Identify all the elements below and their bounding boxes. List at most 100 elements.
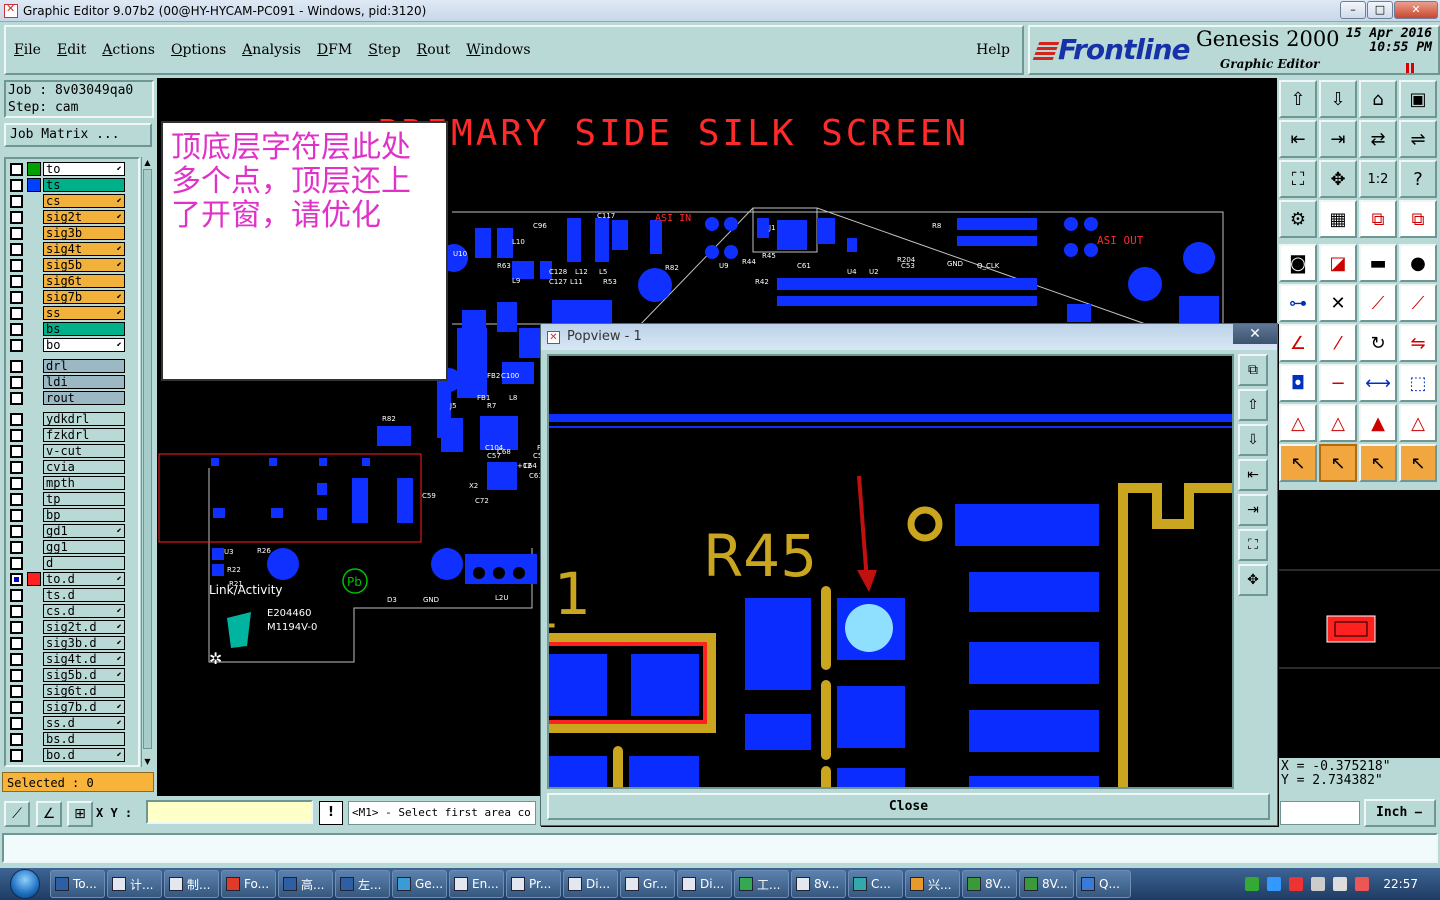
swap-icon[interactable]: ⇌ — [1399, 120, 1437, 158]
layer-row-ss[interactable]: ss ⬋ — [6, 305, 138, 321]
menu-item-edit[interactable]: Edit — [57, 42, 86, 58]
popview-up-icon[interactable]: ⇧ — [1238, 389, 1268, 421]
layer-toggle-2-icon[interactable]: ⧉ — [1399, 200, 1437, 238]
tray-clock[interactable]: 22:57 — [1383, 877, 1418, 891]
layer-row-sig4t[interactable]: sig4t ⬋ — [6, 241, 138, 257]
layer-name[interactable]: gd1 ⬋ — [43, 524, 125, 538]
layer-row-sig3b.d[interactable]: sig3b.d ⬋ — [6, 635, 138, 651]
pan-right-icon[interactable]: ⇥ — [1319, 120, 1357, 158]
layer-row-cvia[interactable]: cvia — [6, 459, 138, 475]
layer-row-tp[interactable]: tp — [6, 491, 138, 507]
layer-name[interactable]: cvia — [43, 460, 125, 474]
layer-row-ts[interactable]: ts — [6, 177, 138, 193]
layer-row-sig5b.d[interactable]: sig5b.d ⬋ — [6, 667, 138, 683]
layer-name[interactable]: mpth — [43, 476, 125, 490]
taskbar-button[interactable]: 计... — [107, 870, 162, 898]
grid-snap-icon[interactable]: ⊞ — [67, 801, 93, 827]
popview-close-button[interactable]: Close — [547, 793, 1270, 820]
layer-name[interactable]: tp — [43, 492, 125, 506]
unit-select[interactable]: Inch ⎯ — [1364, 799, 1436, 827]
popview-close-icon[interactable]: ✕ — [1233, 324, 1277, 344]
layer-row-bo[interactable]: bo ⬋ — [6, 337, 138, 353]
layer-name[interactable]: v-cut — [43, 444, 125, 458]
menu-item-options[interactable]: Options — [171, 42, 226, 58]
layer-name[interactable]: bs.d — [43, 732, 125, 746]
fit-icon[interactable]: ⛶ — [1279, 160, 1317, 198]
layer-checkbox[interactable] — [10, 540, 23, 554]
layer-checkbox[interactable] — [10, 508, 23, 522]
help-icon[interactable]: ? — [1399, 160, 1437, 198]
taskbar-button[interactable]: To... — [50, 870, 105, 898]
layer-checkbox[interactable] — [10, 338, 23, 352]
angle-snap-icon[interactable]: ∠ — [36, 801, 62, 827]
layer-row-cs.d[interactable]: cs.d ⬋ — [6, 603, 138, 619]
line-delete-icon[interactable]: ⟋ — [1399, 284, 1437, 322]
layer-name[interactable]: to ⬋ — [43, 162, 125, 176]
layer-name[interactable]: ldi — [43, 375, 125, 389]
pointer-select-icon[interactable]: ↖ — [1319, 444, 1357, 482]
tray-flag-icon[interactable] — [1355, 877, 1370, 891]
pan-left-icon[interactable]: ⇤ — [1279, 120, 1317, 158]
menu-item-windows[interactable]: Windows — [466, 42, 530, 58]
layer-checkbox[interactable] — [10, 274, 23, 288]
layer-name[interactable]: sig6t — [43, 274, 125, 288]
layer-checkbox[interactable] — [10, 700, 23, 714]
tray-network-icon[interactable] — [1311, 877, 1326, 891]
layer-row-bp[interactable]: bp — [6, 507, 138, 523]
layer-checkbox[interactable] — [10, 444, 23, 458]
layer-row-sig2t.d[interactable]: sig2t.d ⬋ — [6, 619, 138, 635]
tray-bird-icon[interactable] — [1267, 877, 1282, 891]
zoom-home-icon[interactable]: ⇩ — [1319, 80, 1357, 118]
mini-map[interactable] — [1277, 490, 1440, 760]
taskbar-button[interactable]: 左... — [335, 870, 390, 898]
popview-title-bar[interactable]: ✕ Popview - 1 — [541, 324, 1277, 350]
menu-item-dfm[interactable]: DFM — [317, 42, 352, 58]
layer-row-bs.d[interactable]: bs.d — [6, 731, 138, 747]
layer-checkbox[interactable] — [10, 652, 23, 666]
taskbar-button[interactable]: 兴... — [905, 870, 960, 898]
pad-icon[interactable]: ◙ — [1279, 244, 1317, 282]
home-icon[interactable]: ⇧ — [1279, 80, 1317, 118]
scale-1-2-icon[interactable]: 1:2 — [1359, 160, 1397, 198]
layer-checkbox[interactable] — [10, 178, 23, 192]
layer-checkbox[interactable] — [10, 290, 23, 304]
layer-row-ydkdrl[interactable]: ydkdrl — [6, 411, 138, 427]
layer-row-to[interactable]: to ⬋ — [6, 161, 138, 177]
maximize-button[interactable]: □ — [1367, 1, 1393, 19]
menu-help[interactable]: Help — [976, 42, 1010, 58]
house-icon[interactable]: ⌂ — [1359, 80, 1397, 118]
layer-toggle-icon[interactable]: ⧉ — [1359, 200, 1397, 238]
menu-item-actions[interactable]: Actions — [102, 42, 155, 58]
layer-row-rout[interactable]: rout — [6, 390, 138, 406]
taskbar-button[interactable]: Gr... — [620, 870, 675, 898]
job-matrix-button[interactable]: Job Matrix ... — [4, 123, 152, 147]
taskbar-button[interactable]: Ge... — [392, 870, 447, 898]
center-icon[interactable]: ✥ — [1319, 160, 1357, 198]
layer-scrollbar[interactable]: ▲ ▼ — [141, 157, 153, 767]
line-tool-icon[interactable]: ◪ — [1319, 244, 1357, 282]
xy-input[interactable] — [146, 800, 313, 824]
taskbar-button[interactable]: Fo... — [221, 870, 276, 898]
layer-row-sig6t.d[interactable]: sig6t.d — [6, 683, 138, 699]
layer-checkbox[interactable] — [10, 588, 23, 602]
layer-checkbox[interactable] — [10, 412, 23, 426]
rotate-icon[interactable]: ↻ — [1359, 324, 1397, 362]
diagonal-icon[interactable]: ⁄ — [1319, 324, 1357, 362]
layer-checkbox[interactable] — [10, 748, 23, 762]
layer-checkbox[interactable] — [10, 242, 23, 256]
layer-name[interactable]: bo.d ⬋ — [43, 748, 125, 762]
layer-name[interactable]: sig3b.d ⬋ — [43, 636, 125, 650]
panel-icon[interactable]: ▣ — [1399, 80, 1437, 118]
layer-name[interactable]: to.d ⬋ — [43, 572, 125, 586]
tray-app-icon[interactable] — [1245, 877, 1260, 891]
layer-row-ss.d[interactable]: ss.d ⬋ — [6, 715, 138, 731]
layer-row-sig4t.d[interactable]: sig4t.d ⬋ — [6, 651, 138, 667]
layer-name[interactable]: sig4t.d ⬋ — [43, 652, 125, 666]
tray-volume-icon[interactable] — [1333, 877, 1348, 891]
layer-name[interactable]: d — [43, 556, 125, 570]
layer-name[interactable]: ss ⬋ — [43, 306, 125, 320]
layer-name[interactable]: sig5b.d ⬋ — [43, 668, 125, 682]
measure-icon[interactable]: ⚙ — [1279, 200, 1317, 238]
layer-row-sig5b[interactable]: sig5b ⬋ — [6, 257, 138, 273]
layer-row-gd1[interactable]: gd1 ⬋ — [6, 523, 138, 539]
